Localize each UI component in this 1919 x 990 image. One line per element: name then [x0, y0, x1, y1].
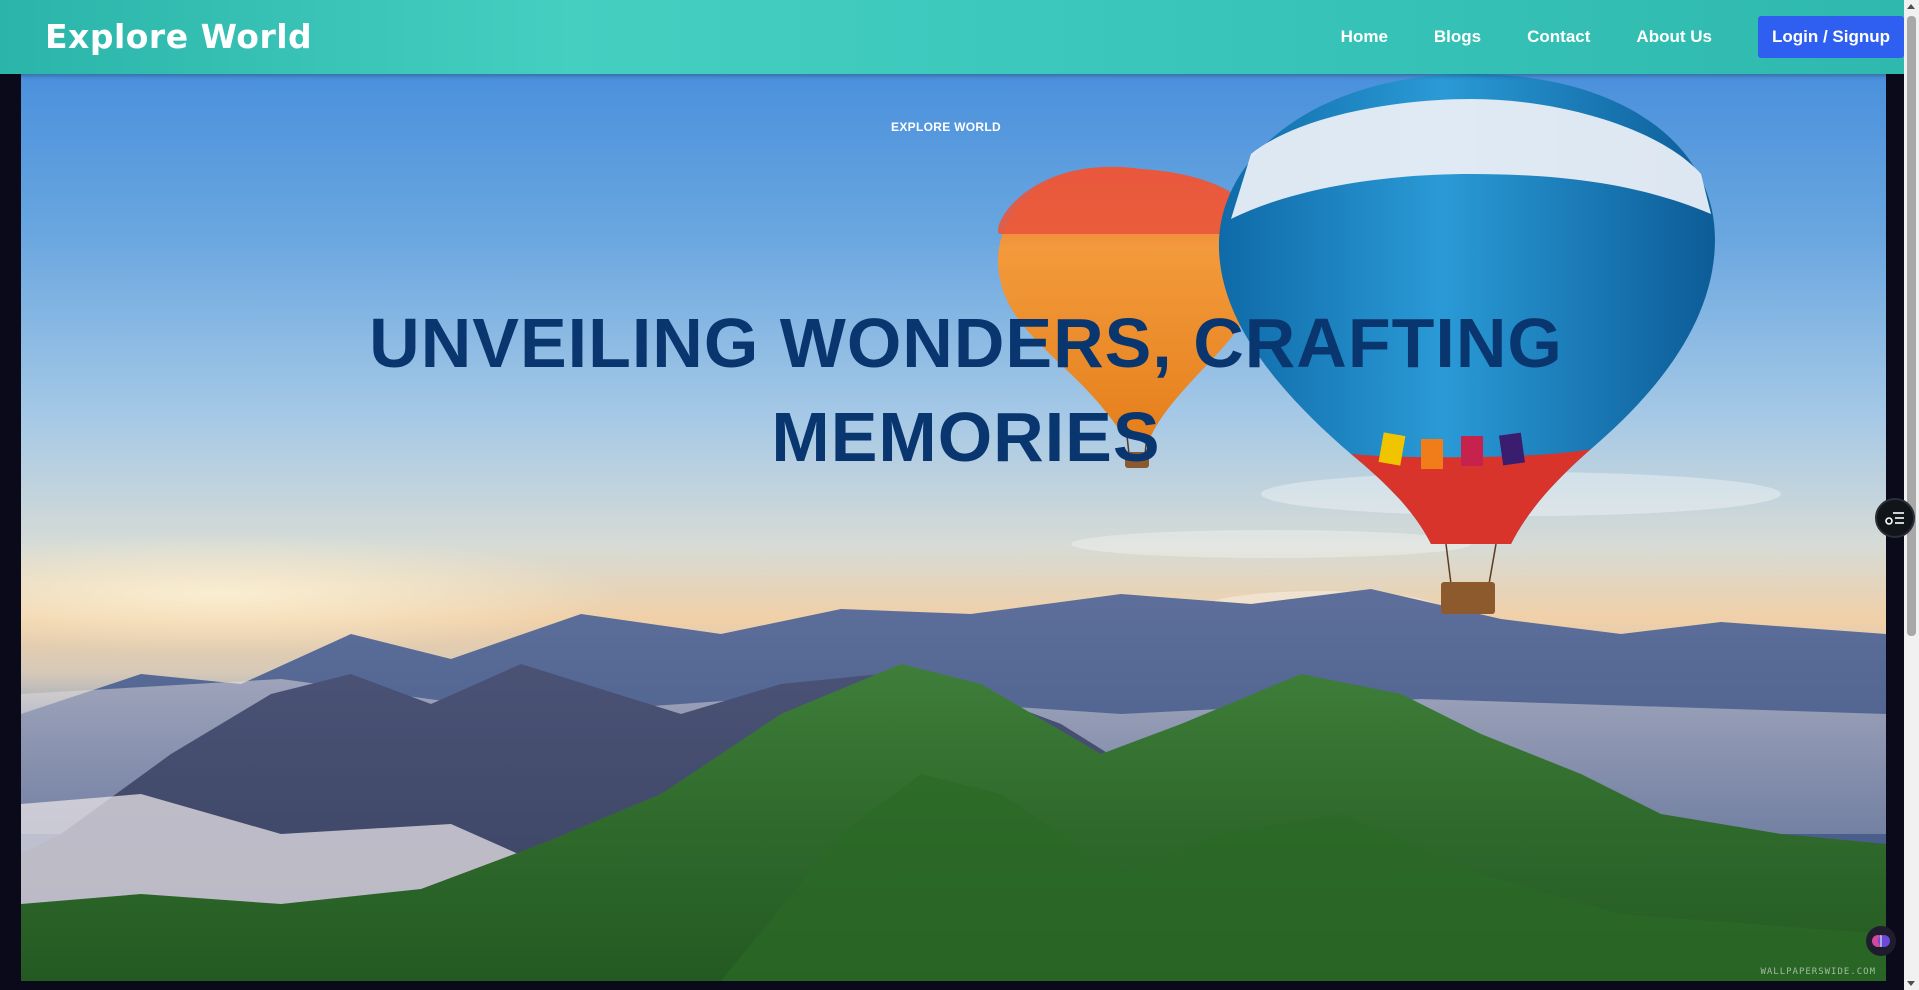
scroll-down-arrow-icon[interactable] — [1907, 981, 1915, 986]
hero-section: EXPLORE WORLD UNVEILING WONDERS, CRAFTIN… — [21, 74, 1886, 981]
settings-list-icon — [1885, 512, 1904, 525]
nav-about-link[interactable]: About Us — [1636, 27, 1712, 47]
scroll-up-arrow-icon[interactable] — [1907, 4, 1915, 9]
hero-background-image — [21, 74, 1886, 981]
hero-eyebrow: EXPLORE WORLD — [891, 120, 1001, 134]
nav-contact-link[interactable]: Contact — [1527, 27, 1590, 47]
brand-logo[interactable]: Explore World — [45, 17, 312, 56]
top-navbar: Explore World Home Blogs Contact About U… — [0, 0, 1904, 74]
nav-home-link[interactable]: Home — [1341, 27, 1388, 47]
page-scrollbar[interactable] — [1904, 0, 1919, 990]
login-signup-button[interactable]: Login / Signup — [1757, 16, 1904, 58]
brain-icon — [1872, 935, 1890, 947]
image-watermark: WALLPAPERSWIDE.COM — [1760, 967, 1876, 977]
hero-headline: UNVEILING WONDERS, CRAFTING MEMORIES — [369, 304, 1563, 476]
floating-menu-button[interactable] — [1875, 498, 1915, 538]
scroll-thumb[interactable] — [1907, 16, 1916, 636]
nav-blogs-link[interactable]: Blogs — [1434, 27, 1481, 47]
extension-button[interactable] — [1866, 926, 1896, 956]
nav-links: Home Blogs Contact About Us Login / Sign… — [1341, 0, 1904, 74]
